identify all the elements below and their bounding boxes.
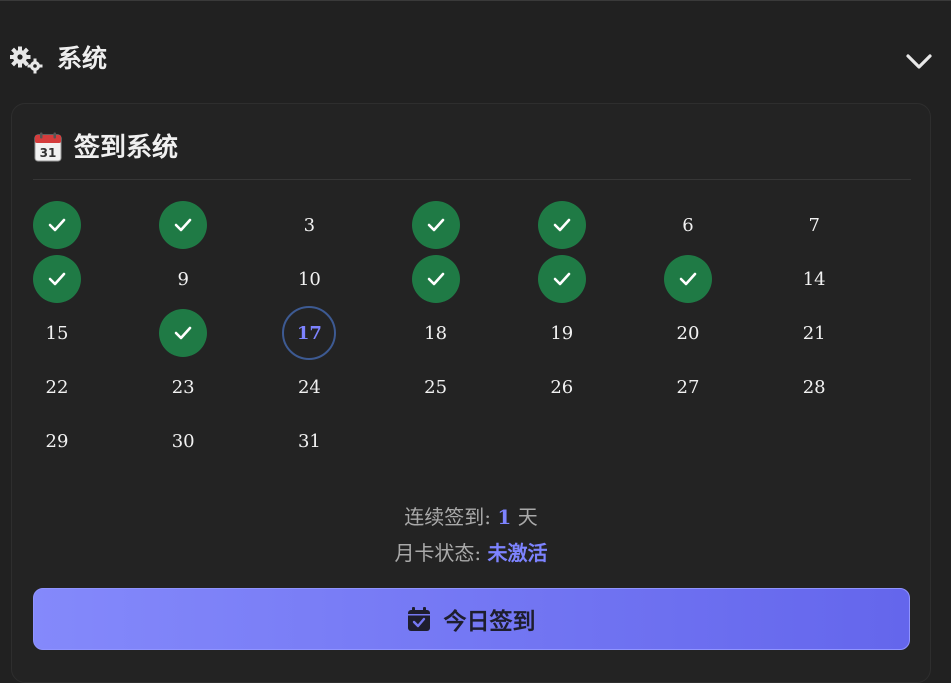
month-card-value: 未激活	[487, 541, 548, 565]
top-divider	[0, 0, 951, 1]
checkin-button-label: 今日签到	[443, 608, 536, 635]
check-icon	[48, 218, 66, 232]
section-title: 系统	[57, 44, 108, 73]
calendar-day: 25	[424, 376, 448, 398]
calendar-day: 14	[802, 268, 826, 290]
calendar-day: 26	[550, 376, 574, 398]
calendar-day-checked	[537, 255, 586, 303]
check-icon	[679, 272, 697, 286]
calendar-day: 18	[424, 322, 448, 344]
calendar-day: 15	[45, 322, 69, 344]
calendar-day: 22	[45, 376, 69, 398]
calendar-day: 21	[802, 322, 826, 344]
calendar-day: 7	[808, 214, 820, 236]
streak-line: 连续签到: 1 天	[12, 499, 930, 535]
check-icon	[553, 272, 571, 286]
calendar-day: 10	[297, 268, 321, 290]
calendar-day-checked	[159, 309, 208, 357]
month-card-line: 月卡状态: 未激活	[12, 535, 930, 571]
calendar-day: 3	[303, 214, 316, 236]
calendar-day: 29	[45, 430, 69, 452]
streak-unit: 天	[517, 505, 538, 529]
calendar-day: 20	[676, 322, 700, 344]
check-icon	[427, 272, 444, 286]
calendar-day-checked	[411, 201, 460, 249]
card-divider	[33, 179, 911, 180]
calendar-day-today: 17	[282, 306, 337, 360]
calendar-grid: 3 6 7 9 10 14 15 17 18 19 20 21 22 23 24 25 26 27 28 29 30 31	[33, 199, 913, 469]
streak-label: 连续签到:	[404, 505, 492, 529]
calendar-day-checked	[664, 255, 712, 303]
calendar-icon-day: 31	[40, 146, 57, 160]
calendar-day-checked	[411, 255, 460, 303]
check-icon	[553, 218, 571, 232]
check-icon	[174, 326, 192, 340]
calendar-day: 23	[171, 376, 195, 398]
calendar-check-icon	[407, 607, 430, 631]
calendar-day-checked	[159, 201, 208, 249]
check-icon	[48, 272, 66, 286]
calendar-day: 30	[171, 430, 195, 452]
checkin-stats: 连续签到: 1 天 月卡状态: 未激活	[12, 499, 930, 571]
card-title: 签到系统	[74, 133, 179, 163]
check-icon	[427, 218, 444, 232]
calendar-day: 9	[177, 268, 189, 290]
calendar-day: 19	[550, 322, 574, 344]
gears-icon	[10, 46, 43, 74]
calendar-icon: 31	[34, 132, 62, 162]
section-header-system[interactable]: 系统	[0, 30, 951, 90]
calendar-day: 6	[682, 214, 694, 236]
calendar-day-checked	[33, 201, 81, 249]
calendar-day-checked	[33, 255, 81, 303]
calendar-day: 28	[802, 376, 826, 398]
calendar-day: 31	[297, 430, 321, 452]
checkin-today-button[interactable]: 今日签到	[33, 588, 910, 650]
calendar-day: 24	[297, 376, 321, 398]
month-card-label: 月卡状态:	[394, 541, 482, 565]
streak-value: 1	[497, 505, 512, 529]
calendar-day-checked	[537, 201, 586, 249]
calendar-day: 27	[676, 376, 700, 398]
check-icon	[174, 218, 192, 232]
chevron-down-icon[interactable]	[905, 50, 933, 72]
checkin-card: 31 签到系统 3 6 7 9 10 14 15 17 18 19 20 21 22 23 24 25 26 27…	[11, 103, 931, 683]
